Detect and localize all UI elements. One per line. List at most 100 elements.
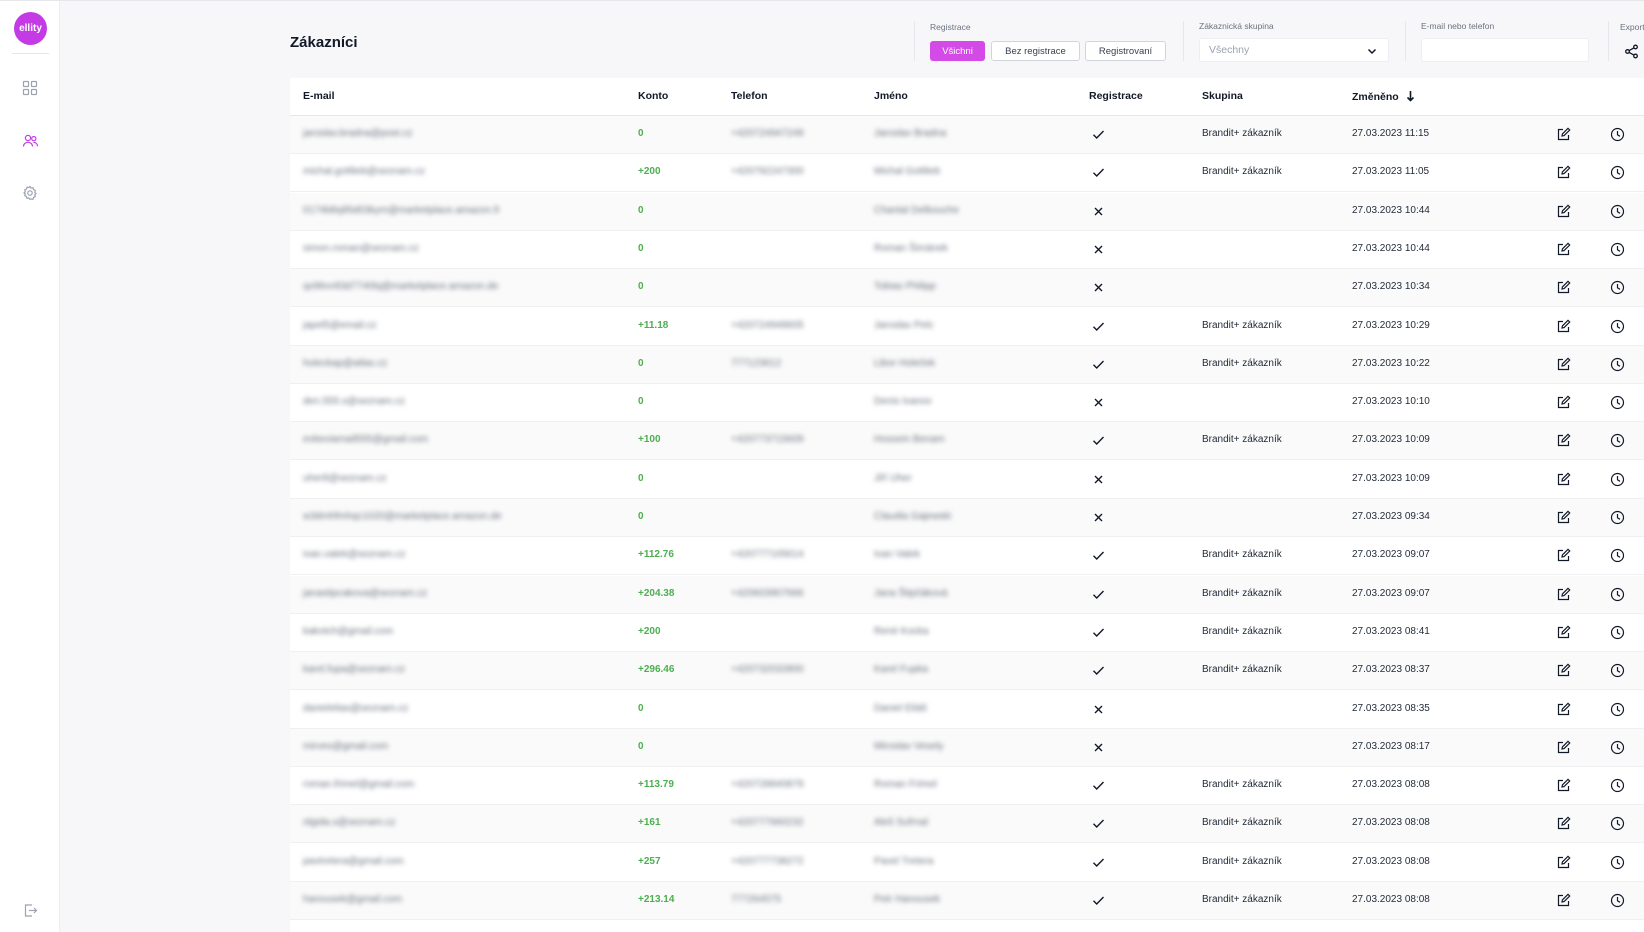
table-row[interactable]: qx96vv93d7740lq@marketplace.amazon.de 0 To… — [290, 269, 1644, 308]
history-button[interactable] — [1610, 395, 1625, 410]
edit-button[interactable] — [1556, 472, 1571, 487]
check-icon — [1093, 781, 1105, 791]
filter-unregistered-button[interactable]: Bez registrace — [991, 41, 1080, 61]
table-row[interactable]: simon.roman@seznam.cz 0 Roman Šimánek 27.03… — [290, 231, 1644, 269]
cell-skupina: Brandit+ zákazník — [1202, 319, 1282, 331]
cell-zmeneno: 27.03.2023 08:17 — [1352, 740, 1430, 752]
group-select[interactable]: Všechny — [1199, 38, 1389, 62]
search-input[interactable] — [1421, 38, 1589, 62]
history-button[interactable] — [1610, 433, 1625, 448]
history-button[interactable] — [1610, 280, 1625, 295]
cell-zmeneno: 27.03.2023 10:22 — [1352, 357, 1430, 369]
filter-divider — [1608, 21, 1609, 61]
history-icon — [1610, 319, 1625, 333]
history-button[interactable] — [1610, 242, 1625, 257]
edit-button[interactable] — [1556, 855, 1571, 870]
edit-button[interactable] — [1556, 357, 1571, 372]
edit-button[interactable] — [1556, 433, 1571, 448]
edit-button[interactable] — [1556, 663, 1571, 678]
history-button[interactable] — [1610, 702, 1625, 717]
history-button[interactable] — [1610, 357, 1625, 372]
edit-button[interactable] — [1556, 893, 1571, 908]
logout-button[interactable] — [21, 901, 39, 919]
cell-konto: +200 — [638, 625, 661, 637]
edit-button[interactable] — [1556, 395, 1571, 410]
history-button[interactable] — [1610, 625, 1625, 640]
logout-icon — [24, 903, 37, 917]
table-row[interactable]: ivan.valek@seznam.cz +112.76 +420777105614… — [290, 537, 1644, 576]
sidebar-item-settings[interactable] — [20, 183, 40, 203]
table-row[interactable]: japel5@email.cz +11.18 +420724948605 Jarosl… — [290, 308, 1644, 346]
history-button[interactable] — [1610, 510, 1625, 525]
edit-button[interactable] — [1556, 701, 1571, 717]
table-row[interactable]: danielelias@seznam.cz 0 Daniel Eliáš 27.03.… — [290, 691, 1644, 729]
table-row[interactable]: jaroslav.bradna@post.cz 0 +420724947249 Jar… — [290, 116, 1644, 154]
edit-button[interactable] — [1556, 242, 1571, 257]
column-header-telefon[interactable]: Telefon — [731, 90, 768, 102]
edit-button[interactable] — [1556, 127, 1571, 142]
history-button[interactable] — [1610, 165, 1625, 180]
table-row[interactable]: evbeviamail555@gmail.com +100 +42077371560… — [290, 422, 1644, 461]
history-button[interactable] — [1610, 816, 1625, 831]
cell-jmeno: Hossein Benam — [874, 434, 945, 446]
history-button[interactable] — [1610, 740, 1625, 755]
filter-registered-button[interactable]: Registrovaní — [1085, 41, 1166, 61]
history-button[interactable] — [1610, 587, 1625, 602]
sidebar-item-customers[interactable] — [20, 131, 40, 151]
cell-telefon: +420603907666 — [731, 587, 804, 599]
cell-jmeno: Karel Fupka — [874, 664, 928, 676]
table-row[interactable]: holeckap@atlas.cz 0 777123612 Libor Holeček… — [290, 345, 1644, 384]
cell-zmeneno: 27.03.2023 11:05 — [1352, 166, 1430, 178]
edit-button[interactable] — [1556, 740, 1571, 755]
table-row[interactable]: uher8@seznam.cz 0 Jiří Uher 27.03.2023 10:0… — [290, 461, 1644, 499]
edit-button[interactable] — [1556, 318, 1571, 334]
column-header-konto[interactable]: Konto — [638, 90, 668, 102]
cell-registrace — [1092, 894, 1105, 907]
history-button[interactable] — [1610, 663, 1625, 678]
table-row[interactable]: w3dmhfmhqc1020@marketplace.amazon.de 0 Cla… — [290, 499, 1644, 537]
column-header-email[interactable]: E-mail — [303, 90, 335, 102]
edit-button[interactable] — [1556, 165, 1571, 180]
table-row[interactable]: pavtretera@gmail.com +257 +420777738272 Pav… — [290, 844, 1644, 882]
edit-button[interactable] — [1556, 625, 1571, 640]
column-header-jmeno[interactable]: Jméno — [874, 90, 908, 102]
edit-button[interactable] — [1556, 587, 1571, 602]
edit-button[interactable] — [1556, 510, 1571, 525]
column-header-skupina[interactable]: Skupina — [1202, 90, 1243, 102]
edit-button[interactable] — [1556, 280, 1571, 295]
history-button[interactable] — [1610, 855, 1625, 870]
table-row[interactable]: roman.frimel@gmail.com +113.79 +4207288408… — [290, 767, 1644, 806]
edit-button[interactable] — [1556, 204, 1571, 219]
edit-button[interactable] — [1556, 778, 1571, 793]
app-logo[interactable]: ellity — [14, 12, 47, 45]
history-button[interactable] — [1610, 893, 1625, 908]
history-button[interactable] — [1610, 472, 1625, 487]
cell-zmeneno: 27.03.2023 10:09 — [1352, 434, 1430, 446]
cell-zmeneno: 27.03.2023 10:44 — [1352, 242, 1430, 254]
filter-all-button[interactable]: Všichni — [930, 41, 985, 61]
table-row[interactable]: kakotch@gmail.com +200 René Kocka Brandit+ … — [290, 614, 1644, 652]
table-row[interactable]: olgida.s@seznam.cz +161 +420777660232 Aleš … — [290, 805, 1644, 844]
history-icon — [1610, 166, 1625, 180]
history-icon — [1610, 549, 1625, 563]
edit-button[interactable] — [1556, 548, 1571, 563]
export-button[interactable] — [1621, 42, 1641, 60]
export-label: Export — [1620, 22, 1644, 32]
history-button[interactable] — [1610, 127, 1625, 142]
table-row[interactable]: janastipcakova@seznam.cz +204.38 +42060390… — [290, 575, 1644, 614]
history-button[interactable] — [1610, 548, 1625, 563]
table-row[interactable]: den.555.s@seznam.cz 0 Denis Ivanov 27.03.20… — [290, 384, 1644, 423]
column-header-registrace[interactable]: Registrace — [1089, 90, 1143, 102]
table-row[interactable]: mirves@gmail.com 0 Miroslav Vesely 27.03.20… — [290, 728, 1644, 767]
table-row[interactable]: karel.fupa@seznam.cz +296.46 +420732032800… — [290, 652, 1644, 691]
table-row[interactable]: michal.gottlieb@seznam.cz +200 +4207922473… — [290, 154, 1644, 193]
history-button[interactable] — [1610, 319, 1625, 334]
history-button[interactable] — [1610, 778, 1625, 793]
cell-zmeneno: 27.03.2023 08:08 — [1352, 779, 1430, 791]
history-button[interactable] — [1610, 204, 1625, 219]
edit-button[interactable] — [1556, 816, 1571, 831]
column-header-zmeneno[interactable]: Změněno — [1352, 90, 1415, 103]
table-row[interactable]: 0174b8q95d03kym@marketplace.amazon.fr 0 Ch… — [290, 192, 1644, 231]
sidebar-item-dashboard[interactable] — [20, 78, 40, 98]
table-row[interactable]: hanousek@gmail.com +213.14 777264575 Petr H… — [290, 882, 1644, 920]
